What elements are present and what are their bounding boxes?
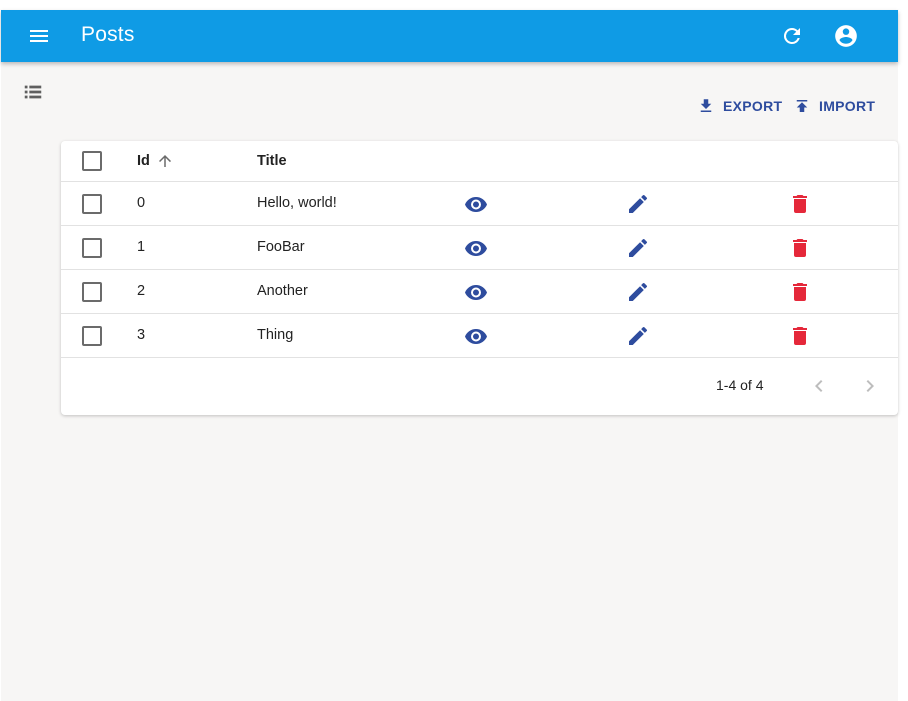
row-checkbox[interactable] (82, 194, 102, 214)
eye-icon[interactable] (464, 192, 488, 216)
column-header-id[interactable]: Id (137, 153, 150, 169)
pencil-icon[interactable] (626, 280, 650, 304)
arrow-up-icon[interactable] (156, 152, 174, 170)
cell-id: 1 (137, 239, 146, 255)
pencil-icon[interactable] (626, 236, 650, 260)
list-icon[interactable] (22, 81, 44, 103)
chevron-left-icon[interactable] (807, 374, 831, 398)
column-header-title[interactable]: Title (257, 153, 287, 169)
app-bar: Posts (1, 10, 898, 62)
cell-title: Thing (257, 327, 294, 343)
trash-icon[interactable] (788, 324, 812, 348)
table-row[interactable]: 3 Thing (61, 314, 898, 358)
cell-id: 2 (137, 283, 146, 299)
table-header: Id Title (61, 141, 898, 182)
eye-icon[interactable] (464, 236, 488, 260)
import-button[interactable]: IMPORT (793, 95, 875, 117)
export-label: EXPORT (723, 98, 783, 114)
export-button[interactable]: EXPORT (697, 95, 782, 117)
pagination-range: 1-4 of 4 (716, 377, 764, 393)
page-title: Posts (81, 23, 135, 46)
cell-id: 3 (137, 327, 146, 343)
row-checkbox[interactable] (82, 326, 102, 346)
row-checkbox[interactable] (82, 238, 102, 258)
trash-icon[interactable] (788, 280, 812, 304)
select-all-checkbox[interactable] (82, 151, 102, 171)
cell-id: 0 (137, 195, 146, 211)
download-icon (700, 99, 712, 112)
page: Posts EXPORT IMPORT Id Title 0 Hello, wo… (1, 10, 898, 701)
pencil-icon[interactable] (626, 192, 650, 216)
cell-title: FooBar (257, 239, 305, 255)
menu-icon[interactable] (27, 24, 51, 48)
cell-title: Hello, world! (257, 195, 337, 211)
account-circle-icon[interactable] (833, 23, 859, 49)
refresh-icon[interactable] (780, 24, 804, 48)
posts-table: Id Title 0 Hello, world! 1 FooBar 2 Anot… (61, 141, 898, 415)
table-row[interactable]: 0 Hello, world! (61, 182, 898, 226)
import-label: IMPORT (819, 98, 876, 114)
trash-icon[interactable] (788, 192, 812, 216)
upload-icon (796, 100, 808, 112)
chevron-right-icon[interactable] (858, 374, 882, 398)
trash-icon[interactable] (788, 236, 812, 260)
eye-icon[interactable] (464, 280, 488, 304)
row-checkbox[interactable] (82, 282, 102, 302)
table-row[interactable]: 1 FooBar (61, 226, 898, 270)
cell-title: Another (257, 283, 308, 299)
table-row[interactable]: 2 Another (61, 270, 898, 314)
eye-icon[interactable] (464, 324, 488, 348)
pencil-icon[interactable] (626, 324, 650, 348)
pagination: 1-4 of 4 (61, 358, 898, 415)
